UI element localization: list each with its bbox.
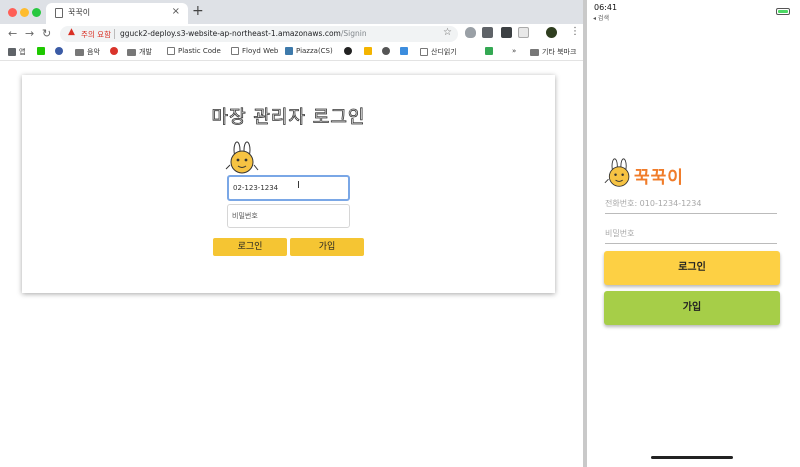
browser-window: 꾹꾹이 × + ← → ↻ ▲ 주의 요함 gguck2-deploy.s3-w… <box>0 0 583 467</box>
bookmark-site[interactable] <box>55 47 63 55</box>
address-bar[interactable]: ▲ 주의 요함 gguck2-deploy.s3-website-ap-nort… <box>60 26 458 42</box>
page-icon <box>167 47 175 55</box>
signup-button[interactable]: 가입 <box>604 291 780 325</box>
password-input[interactable]: 비밀번호 <box>227 204 350 228</box>
password-field[interactable]: 비밀번호 <box>605 226 777 244</box>
extension-icon[interactable] <box>501 27 512 38</box>
phone-field[interactable]: 전화번호: 010-1234-1234 <box>605 196 777 214</box>
piazza-icon <box>285 47 293 55</box>
login-card: 마장 관리자 로그인 02-123-1234 I 비밀번호 로그인 가입 <box>22 75 555 293</box>
bookmark-label: Piazza(CS) <box>296 47 333 55</box>
new-tab-button[interactable]: + <box>192 4 204 18</box>
bookmarks-bar: 앱 음악 개발 Plastic Code Floyd Web Piazza(CS… <box>0 44 583 61</box>
shield-extension-icon[interactable] <box>465 27 476 38</box>
folder-icon <box>127 48 136 56</box>
minimize-window-button[interactable] <box>20 8 29 17</box>
bookmark-label: Plastic Code <box>178 47 221 55</box>
naver-icon <box>37 47 45 55</box>
site-icon <box>110 47 118 55</box>
folder-icon <box>530 48 539 56</box>
bookmark-label: 개발 <box>139 48 152 56</box>
site-icon <box>55 47 63 55</box>
omnibox-divider <box>114 29 115 39</box>
bookmark-music[interactable]: 음악 <box>75 47 100 57</box>
zoom-window-button[interactable] <box>32 8 41 17</box>
login-button[interactable]: 로그인 <box>213 238 287 256</box>
site-icon <box>485 47 493 55</box>
gear-icon <box>382 47 390 55</box>
page-icon <box>420 48 428 56</box>
mascot-icon <box>225 141 259 174</box>
status-time: 06:41 <box>594 3 618 12</box>
bookmark-label: Floyd Web <box>242 47 279 55</box>
bookmark-label: 기타 북마크 <box>542 48 577 56</box>
screen: 꾹꾹이 × + ← → ↻ ▲ 주의 요함 gguck2-deploy.s3-w… <box>0 0 800 467</box>
close-window-button[interactable] <box>8 8 17 17</box>
bookmark-dev[interactable]: 개발 <box>127 47 152 57</box>
bookmark-floyd-web[interactable]: Floyd Web <box>231 47 278 55</box>
extension-icon[interactable] <box>482 27 493 38</box>
tab-active[interactable]: 꾹꾹이 × <box>46 3 188 24</box>
bookmark-site[interactable] <box>364 47 372 55</box>
security-warning[interactable]: 주의 요함 <box>81 29 111 40</box>
bookmark-plastic-code[interactable]: Plastic Code <box>167 47 221 55</box>
chart-icon <box>364 47 372 55</box>
tab-title: 꾹꾹이 <box>68 8 91 17</box>
site-icon <box>344 47 352 55</box>
bookmark-site[interactable] <box>400 47 408 55</box>
profile-avatar[interactable] <box>546 27 557 38</box>
page-title: 마장 관리자 로그인 <box>211 107 366 129</box>
page-icon <box>55 8 63 18</box>
back-to-search[interactable]: ◂ 검색 <box>593 13 609 22</box>
bookmark-piazza[interactable]: Piazza(CS) <box>285 47 333 55</box>
folder-icon <box>75 48 84 56</box>
page-icon <box>231 47 239 55</box>
site-icon <box>400 47 408 55</box>
bookmark-apps[interactable]: 앱 <box>8 47 25 57</box>
bookmark-label: 산디읽기 <box>431 48 457 56</box>
reload-button[interactable]: ↻ <box>42 27 51 40</box>
phone-input[interactable]: 02-123-1234 <box>227 175 350 201</box>
bookmark-label: 앱 <box>19 48 26 56</box>
bookmark-other[interactable]: 기타 북마크 <box>530 47 576 57</box>
browser-toolbar: ← → ↻ ▲ 주의 요함 gguck2-deploy.s3-website-a… <box>0 24 583 44</box>
url-text[interactable]: gguck2-deploy.s3-website-ap-northeast-1.… <box>120 29 367 38</box>
login-button[interactable]: 로그인 <box>604 251 780 285</box>
bookmark-naver[interactable] <box>37 47 45 55</box>
url-path: /Signin <box>340 29 367 38</box>
bookmark-site[interactable] <box>382 47 390 55</box>
url-host: gguck2-deploy.s3-website-ap-northeast-1.… <box>120 29 341 38</box>
bookmark-site[interactable] <box>110 47 118 55</box>
tab-close-icon[interactable]: × <box>172 6 180 17</box>
tab-strip: 꾹꾹이 × + <box>0 0 583 24</box>
page-content: 마장 관리자 로그인 02-123-1234 I 비밀번호 로그인 가입 <box>0 61 583 467</box>
bookmark-sandi[interactable]: 산디읽기 <box>420 47 457 57</box>
battery-level <box>778 10 788 13</box>
text-cursor-icon: I <box>297 180 300 191</box>
battery-icon <box>776 8 790 15</box>
app-logo-text: 꾹꾹이 <box>634 168 684 188</box>
warning-icon: ▲ <box>68 27 75 37</box>
bookmark-star-icon[interactable]: ☆ <box>443 27 452 38</box>
bookmarks-overflow[interactable]: » <box>512 47 516 55</box>
apps-grid-icon <box>8 48 16 56</box>
forward-button[interactable]: → <box>25 27 34 40</box>
home-indicator[interactable] <box>651 456 733 459</box>
bookmark-label: 음악 <box>87 48 100 56</box>
signup-button[interactable]: 가입 <box>290 238 364 256</box>
app-mascot-icon <box>604 158 630 187</box>
back-button[interactable]: ← <box>8 27 17 40</box>
extension-icon[interactable] <box>518 27 529 38</box>
ipad-app: 06:41 ◂ 검색 꾹꾹이 전화번호: 010-1234-1234 비밀번호 … <box>587 0 800 467</box>
more-menu-icon[interactable]: ⋮ <box>570 26 580 37</box>
bookmark-site[interactable] <box>344 47 352 55</box>
bookmark-site[interactable] <box>485 47 493 55</box>
